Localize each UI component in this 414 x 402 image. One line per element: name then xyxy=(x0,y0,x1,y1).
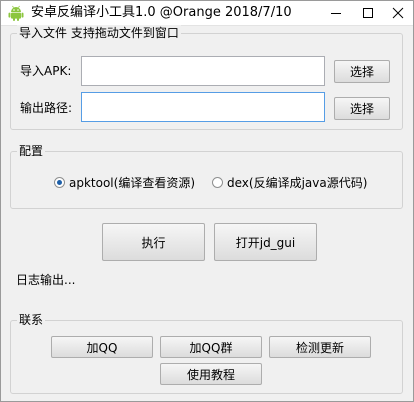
apktool-radio[interactable] xyxy=(54,177,65,188)
config-group-label: 配置 xyxy=(17,143,46,159)
close-icon[interactable] xyxy=(383,1,413,25)
android-icon xyxy=(8,5,24,21)
import-group-label: 导入文件 支持拖动文件到窗口 xyxy=(17,25,181,41)
dex-radio[interactable] xyxy=(212,177,223,188)
app-window: 安卓反编译小工具1.0 @Orange 2018/7/10 导入文件 支持拖动文… xyxy=(0,0,414,402)
apktool-option[interactable]: apktool(编译查看资源) xyxy=(54,174,195,191)
browse-output-button[interactable]: 选择 xyxy=(334,97,390,120)
apktool-option-label: apktool(编译查看资源) xyxy=(69,176,196,190)
config-group: 配置 apktool(编译查看资源) dex(反编译成java源代码) xyxy=(10,143,403,209)
output-path-label: 输出路径: xyxy=(20,101,73,115)
contact-group: 联系 加QQ 加QQ群 检测更新 使用教程 xyxy=(10,312,403,394)
apk-label: 导入APK: xyxy=(20,64,72,78)
add-qq-group-button[interactable]: 加QQ群 xyxy=(160,336,262,358)
add-qq-button[interactable]: 加QQ xyxy=(51,336,153,358)
apk-path-input[interactable] xyxy=(81,56,325,86)
check-update-button[interactable]: 检测更新 xyxy=(269,336,371,358)
log-output: 日志输出... xyxy=(16,273,76,287)
output-path-input[interactable] xyxy=(81,92,325,122)
maximize-icon[interactable] xyxy=(353,1,383,25)
tutorial-button[interactable]: 使用教程 xyxy=(160,363,262,385)
dex-option-label: dex(反编译成java源代码) xyxy=(227,176,368,190)
open-jd-gui-button[interactable]: 打开jd_gui xyxy=(214,223,317,261)
contact-group-label: 联系 xyxy=(17,312,46,328)
window-title: 安卓反编译小工具1.0 @Orange 2018/7/10 xyxy=(31,5,292,20)
dex-option[interactable]: dex(反编译成java源代码) xyxy=(212,174,367,191)
minimize-icon[interactable] xyxy=(321,1,351,25)
browse-apk-button[interactable]: 选择 xyxy=(334,60,390,83)
run-button[interactable]: 执行 xyxy=(102,223,205,261)
title-bar[interactable]: 安卓反编译小工具1.0 @Orange 2018/7/10 xyxy=(1,1,413,26)
import-file-group: 导入文件 支持拖动文件到窗口 导入APK: 选择 输出路径: 选择 xyxy=(10,25,403,130)
